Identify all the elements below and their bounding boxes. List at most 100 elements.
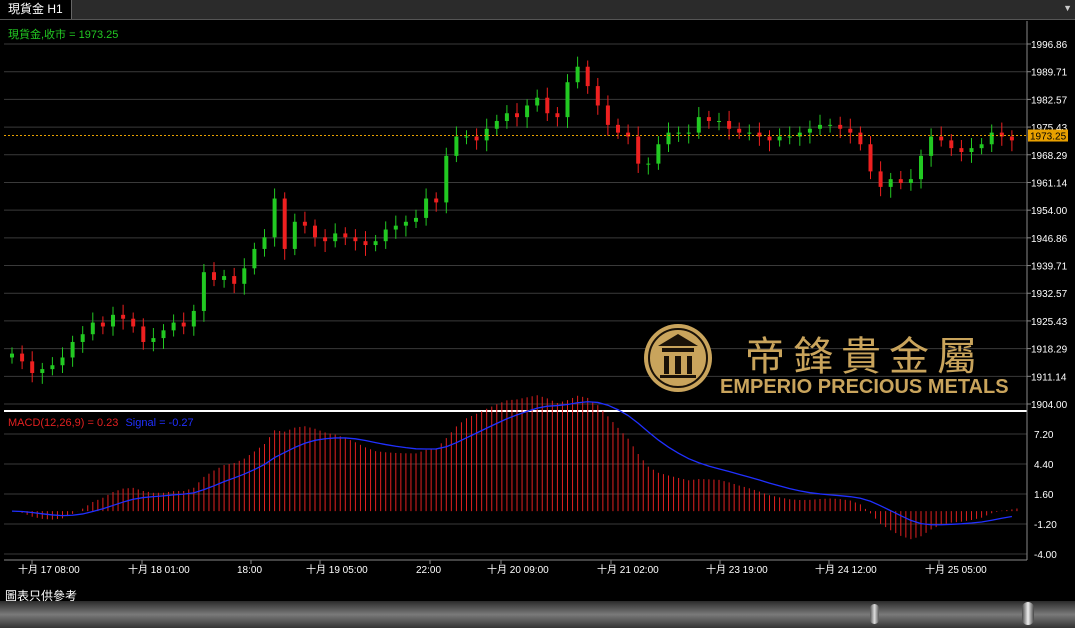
price-tick-label: 1911.14 xyxy=(1031,372,1067,383)
candle-body xyxy=(646,163,651,165)
candle-body xyxy=(70,341,75,358)
tab-chart[interactable]: 現貨金 H1 xyxy=(0,0,72,19)
candle-body xyxy=(908,179,913,184)
macd-tick-label: -1.20 xyxy=(1034,520,1057,531)
candle-body xyxy=(939,136,944,141)
macd-value-label: MACD(12,26,9) = 0.23 xyxy=(8,417,118,429)
candle-body xyxy=(121,314,126,319)
candle-body xyxy=(414,217,418,222)
candle-body xyxy=(10,353,14,358)
scrollbar-right-handle[interactable] xyxy=(1022,602,1034,625)
candle-body xyxy=(959,148,964,153)
candle-body xyxy=(807,128,812,133)
candle-body xyxy=(838,124,843,129)
panel-separator xyxy=(4,410,1027,412)
candle-body xyxy=(151,338,156,342)
candle-body xyxy=(454,136,459,156)
candle-body xyxy=(111,314,115,327)
candle-body xyxy=(1009,136,1014,141)
candle-body xyxy=(30,361,35,373)
candle-body xyxy=(585,66,590,87)
candle-body xyxy=(767,136,772,141)
candle-body xyxy=(676,132,681,134)
price-tick-label: 1996.86 xyxy=(1031,40,1068,51)
candle-body xyxy=(656,144,661,164)
tab-scroll-icon[interactable]: ▼ xyxy=(1063,3,1072,13)
candle-body xyxy=(252,248,257,269)
candle-body xyxy=(242,268,247,284)
candle-body xyxy=(868,144,873,172)
price-tick-label: 1932.57 xyxy=(1031,289,1068,300)
candle-body xyxy=(353,237,358,242)
watermark-english: EMPERIO PRECIOUS METALS xyxy=(720,376,1009,398)
candle-body xyxy=(444,155,449,203)
macd-axis: 7.20 4.40 1.60 -1.20 -4.00 xyxy=(1034,430,1057,561)
candle-body xyxy=(474,136,479,141)
x-tick-label: 十月 24 12:00 xyxy=(815,563,877,576)
candle-body xyxy=(777,136,782,141)
x-tick-label: 22:00 xyxy=(416,565,441,576)
watermark-chinese: 帝鋒貴金屬 xyxy=(745,335,985,379)
candle-body xyxy=(323,237,328,242)
candle-body xyxy=(848,128,853,133)
candle-body xyxy=(343,233,348,238)
candle-body xyxy=(262,237,267,249)
signal-value-label: Signal = -0.27 xyxy=(125,417,193,429)
candle-body xyxy=(424,198,429,218)
candle-body xyxy=(171,322,176,331)
candle-body xyxy=(494,120,499,129)
candle-body xyxy=(60,357,65,366)
chart-area: 1996.861989.711982.571975.431968.291961.… xyxy=(4,21,1068,576)
candle-body xyxy=(161,330,166,339)
tab-bar: 現貨金 H1 ▼ xyxy=(0,0,1075,20)
candle-body xyxy=(525,105,530,118)
candle-body xyxy=(393,225,398,230)
candle-body xyxy=(545,97,550,114)
candle-body xyxy=(201,272,206,311)
price-tick-label: 1918.29 xyxy=(1031,345,1068,356)
candle-body xyxy=(363,241,368,246)
price-tick-label: 1961.14 xyxy=(1031,178,1068,189)
candle-body xyxy=(80,334,85,342)
x-tick-label: 十月 21 02:00 xyxy=(597,563,659,576)
candle-body xyxy=(898,179,903,184)
candle-body xyxy=(212,272,216,280)
candle-body xyxy=(535,97,540,106)
macd-legend: MACD(12,26,9) = 0.23 Signal = -0.27 xyxy=(8,417,194,429)
x-tick-label: 十月 25 05:00 xyxy=(925,563,987,576)
candle-body xyxy=(818,124,822,129)
x-axis: 十月 17 08:00 十月 18 01:00 18:00 十月 19 05:00 22… xyxy=(18,560,987,576)
candle-body xyxy=(595,86,600,106)
scrollbar-left-handle[interactable] xyxy=(870,604,879,624)
candle-body xyxy=(222,276,227,280)
candle-body xyxy=(919,155,923,180)
macd-grid xyxy=(4,433,1027,555)
x-tick-label: 十月 23 19:00 xyxy=(706,563,768,576)
candle-body xyxy=(727,120,732,129)
candle-body xyxy=(929,136,934,156)
candle-body xyxy=(636,136,641,164)
macd-tick-label: -4.00 xyxy=(1034,550,1057,561)
candle-body xyxy=(555,113,560,118)
price-tick-label: 1982.57 xyxy=(1031,95,1068,106)
price-axis: 1996.861989.711982.571975.431968.291961.… xyxy=(1027,40,1068,411)
price-tick-label: 1954.00 xyxy=(1031,206,1068,217)
price-tick-label: 1946.86 xyxy=(1031,234,1068,245)
candle-body xyxy=(40,369,45,373)
candle-body xyxy=(272,198,277,238)
candle-body xyxy=(605,105,610,125)
x-tick-label: 十月 17 08:00 xyxy=(18,563,80,576)
candle-body xyxy=(686,132,691,134)
x-tick-label: 十月 18 01:00 xyxy=(128,563,190,576)
candle-body xyxy=(888,179,893,187)
candle-body xyxy=(20,353,25,362)
candle-body xyxy=(717,120,721,122)
candle-body xyxy=(302,221,307,226)
chart-scrollbar[interactable] xyxy=(0,601,1075,628)
candle-body xyxy=(878,171,883,187)
candle-body xyxy=(979,144,984,149)
candle-body xyxy=(141,326,146,342)
candle-body xyxy=(464,136,469,138)
candle-body xyxy=(666,132,671,145)
candle-body xyxy=(575,66,580,83)
